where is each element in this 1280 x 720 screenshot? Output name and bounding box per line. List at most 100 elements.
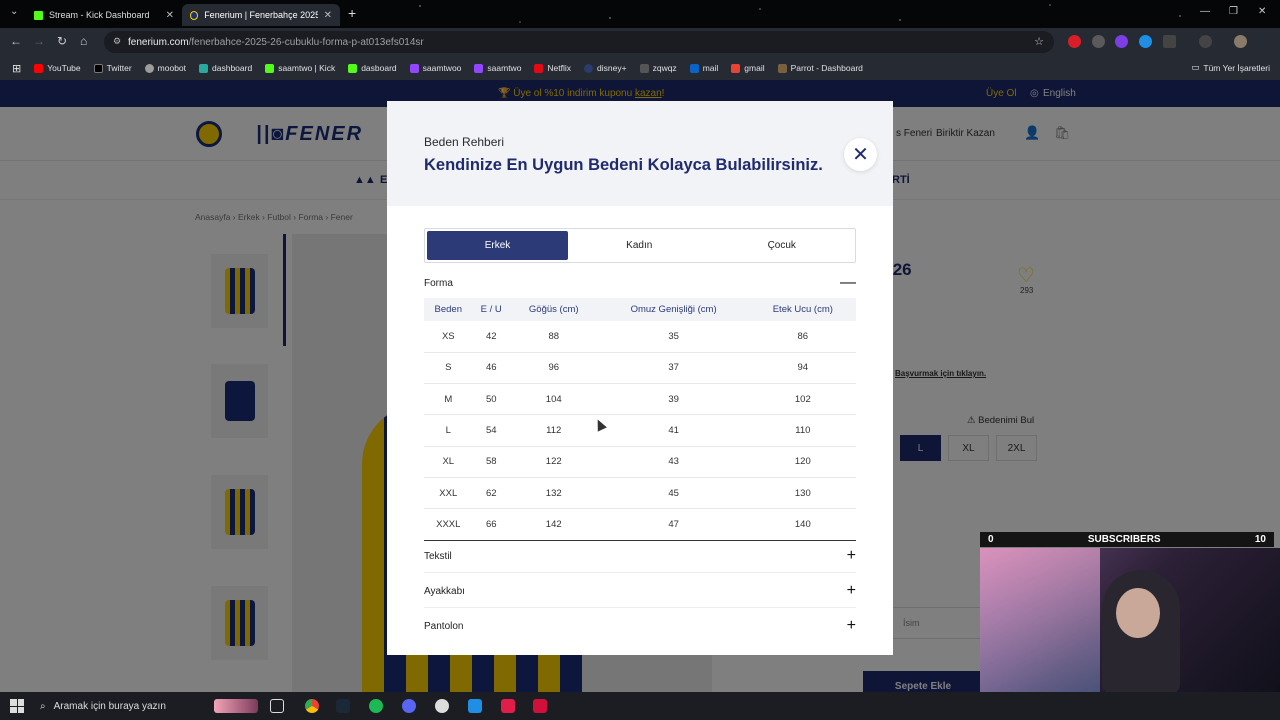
table-row: S 46 96 37 94 [424, 352, 856, 385]
kick-icon [348, 63, 358, 73]
section-pantolon[interactable]: Pantolon + [424, 617, 856, 635]
tab-fenerium[interactable]: Fenerium | Fenerbahçe 2025/26 ✕ [182, 4, 340, 26]
table-cell: 66 [472, 508, 510, 541]
table-cell: 47 [597, 508, 750, 541]
table-cell: XXL [424, 477, 473, 510]
bookmark-dashboard[interactable]: dashboard [199, 63, 252, 73]
streamer-head [1116, 588, 1160, 638]
moobot-icon [144, 63, 154, 73]
site-info-icon[interactable]: ⚙ [113, 36, 123, 46]
dashboard-icon [199, 63, 209, 73]
kick-favicon-icon [34, 10, 43, 20]
collapse-minus-icon[interactable]: — [840, 274, 856, 292]
bookmark-label: dasboard [361, 63, 397, 73]
table-row: XXL 62 132 45 130 [424, 477, 856, 510]
app-icon[interactable] [501, 699, 515, 713]
bookmark-saamtwoo[interactable]: saamtwoo [409, 63, 461, 73]
spotify-icon[interactable] [369, 699, 383, 713]
bookmark-moobot[interactable]: moobot [144, 63, 186, 73]
reload-icon[interactable]: ↻ [57, 34, 67, 48]
kick-icon [265, 63, 275, 73]
discord-icon[interactable] [402, 699, 416, 713]
section-ayakkabi[interactable]: Ayakkabı + [424, 582, 856, 600]
section-divider [424, 572, 856, 573]
close-window-icon[interactable]: ✕ [1258, 6, 1266, 17]
bookmark-gmail[interactable]: gmail [731, 63, 765, 73]
column-header: Göğüs (cm) [509, 298, 598, 321]
modal-title: Kendinize En Uygun Bedeni Kolayca Bulabi… [424, 156, 823, 174]
table-cell: 43 [597, 446, 750, 478]
close-modal-button[interactable]: ✕ [844, 138, 877, 171]
bookmark-twitter[interactable]: Twitter [93, 63, 132, 73]
tab-search-icon[interactable]: ⌄ [10, 6, 18, 17]
home-icon[interactable]: ⌂ [80, 34, 87, 48]
bookmark-parrot[interactable]: Parrot - Dashboard [777, 63, 863, 73]
section-label: Tekstil [424, 550, 452, 562]
bookmark-label: YouTube [47, 63, 81, 73]
bookmark-mail[interactable]: mail [689, 63, 719, 73]
bookmark-star-icon[interactable]: ☆ [1034, 35, 1044, 48]
bookmark-label: saamtwo | Kick [278, 63, 336, 73]
table-cell: 62 [472, 477, 510, 510]
ring-light [980, 548, 1100, 694]
twitch-extension-icon[interactable] [1115, 35, 1128, 48]
close-icon[interactable]: ✕ [324, 10, 332, 21]
tab-kadin[interactable]: Kadın [568, 231, 711, 260]
bookmark-zqwqz[interactable]: zqwqz [639, 63, 677, 73]
x-icon [93, 63, 103, 73]
bookmark-disney[interactable]: disney+ [584, 63, 627, 73]
tab-kick-dashboard[interactable]: Stream - Kick Dashboard ✕ [26, 4, 182, 26]
address-bar[interactable]: ⚙ fenerium.com/fenerbahce-2025-26-cubukl… [104, 31, 1054, 53]
bookmarks-apps-icon[interactable]: ⊞ [12, 62, 21, 75]
task-view-icon[interactable] [270, 699, 284, 713]
zk-icon [639, 63, 649, 73]
search-highlight-icon[interactable] [214, 699, 258, 713]
table-cell: 58 [472, 446, 510, 478]
subscriber-label: SUBSCRIBERS [1087, 534, 1161, 545]
close-icon[interactable]: ✕ [166, 10, 174, 21]
app-icon[interactable] [533, 699, 547, 713]
extension-icon[interactable] [1092, 35, 1105, 48]
section-forma[interactable]: Forma — [424, 274, 856, 292]
taskbar-search-placeholder: Aramak için buraya yazın [53, 700, 166, 712]
size-guide-modal: Beden Rehberi Kendinize En Uygun Bedeni … [387, 101, 893, 655]
bookmark-saamtwo-kick[interactable]: saamtwo | Kick [265, 63, 335, 73]
bookmark-dasboard[interactable]: dasboard [348, 63, 397, 73]
restore-icon[interactable]: ❐ [1229, 6, 1238, 17]
tab-cocuk[interactable]: Çocuk [711, 231, 854, 260]
extension-icon[interactable] [1068, 35, 1081, 48]
bookmark-youtube[interactable]: YouTube [34, 63, 81, 73]
expand-plus-icon[interactable]: + [847, 617, 856, 635]
table-cell: 35 [597, 321, 750, 353]
windows-start-icon[interactable] [10, 699, 24, 713]
steam-icon[interactable] [336, 699, 350, 713]
extension-icon[interactable] [1139, 35, 1152, 48]
tab-title: Fenerium | Fenerbahçe 2025/26 [204, 10, 318, 20]
table-cell: 39 [597, 383, 750, 416]
section-tekstil[interactable]: Tekstil + [424, 547, 856, 565]
section-label: Forma [424, 277, 453, 289]
profile-avatar[interactable] [1234, 35, 1247, 48]
table-row: XL 58 122 43 120 [424, 446, 856, 478]
size-table: Beden E / U Göğüs (cm) Omuz Genişliği (c… [424, 298, 856, 541]
history-icon[interactable] [1199, 35, 1212, 48]
expand-plus-icon[interactable]: + [847, 582, 856, 600]
obs-icon[interactable] [435, 699, 449, 713]
expand-plus-icon[interactable]: + [847, 547, 856, 565]
modal-subtitle: Beden Rehberi [424, 135, 505, 149]
bookmark-label: saamtwo [487, 63, 522, 73]
table-cell: 41 [597, 414, 750, 447]
all-bookmarks[interactable]: ▭ Tüm Yer İşaretleri [1191, 62, 1270, 73]
new-tab-icon[interactable]: + [348, 5, 356, 21]
forward-icon[interactable]: → [33, 34, 45, 48]
chrome-icon[interactable] [305, 699, 319, 713]
app-icon[interactable] [468, 699, 482, 713]
folder-icon: ▭ [1191, 62, 1200, 72]
extensions-puzzle-icon[interactable] [1163, 35, 1176, 48]
bookmark-saamtwo[interactable]: saamtwo [474, 63, 521, 73]
tab-erkek[interactable]: Erkek [427, 231, 568, 260]
bookmark-netflix[interactable]: Netflix [534, 63, 571, 73]
minimize-icon[interactable]: — [1200, 6, 1210, 17]
bookmark-label: mail [702, 63, 719, 73]
back-icon[interactable]: ← [10, 34, 22, 48]
